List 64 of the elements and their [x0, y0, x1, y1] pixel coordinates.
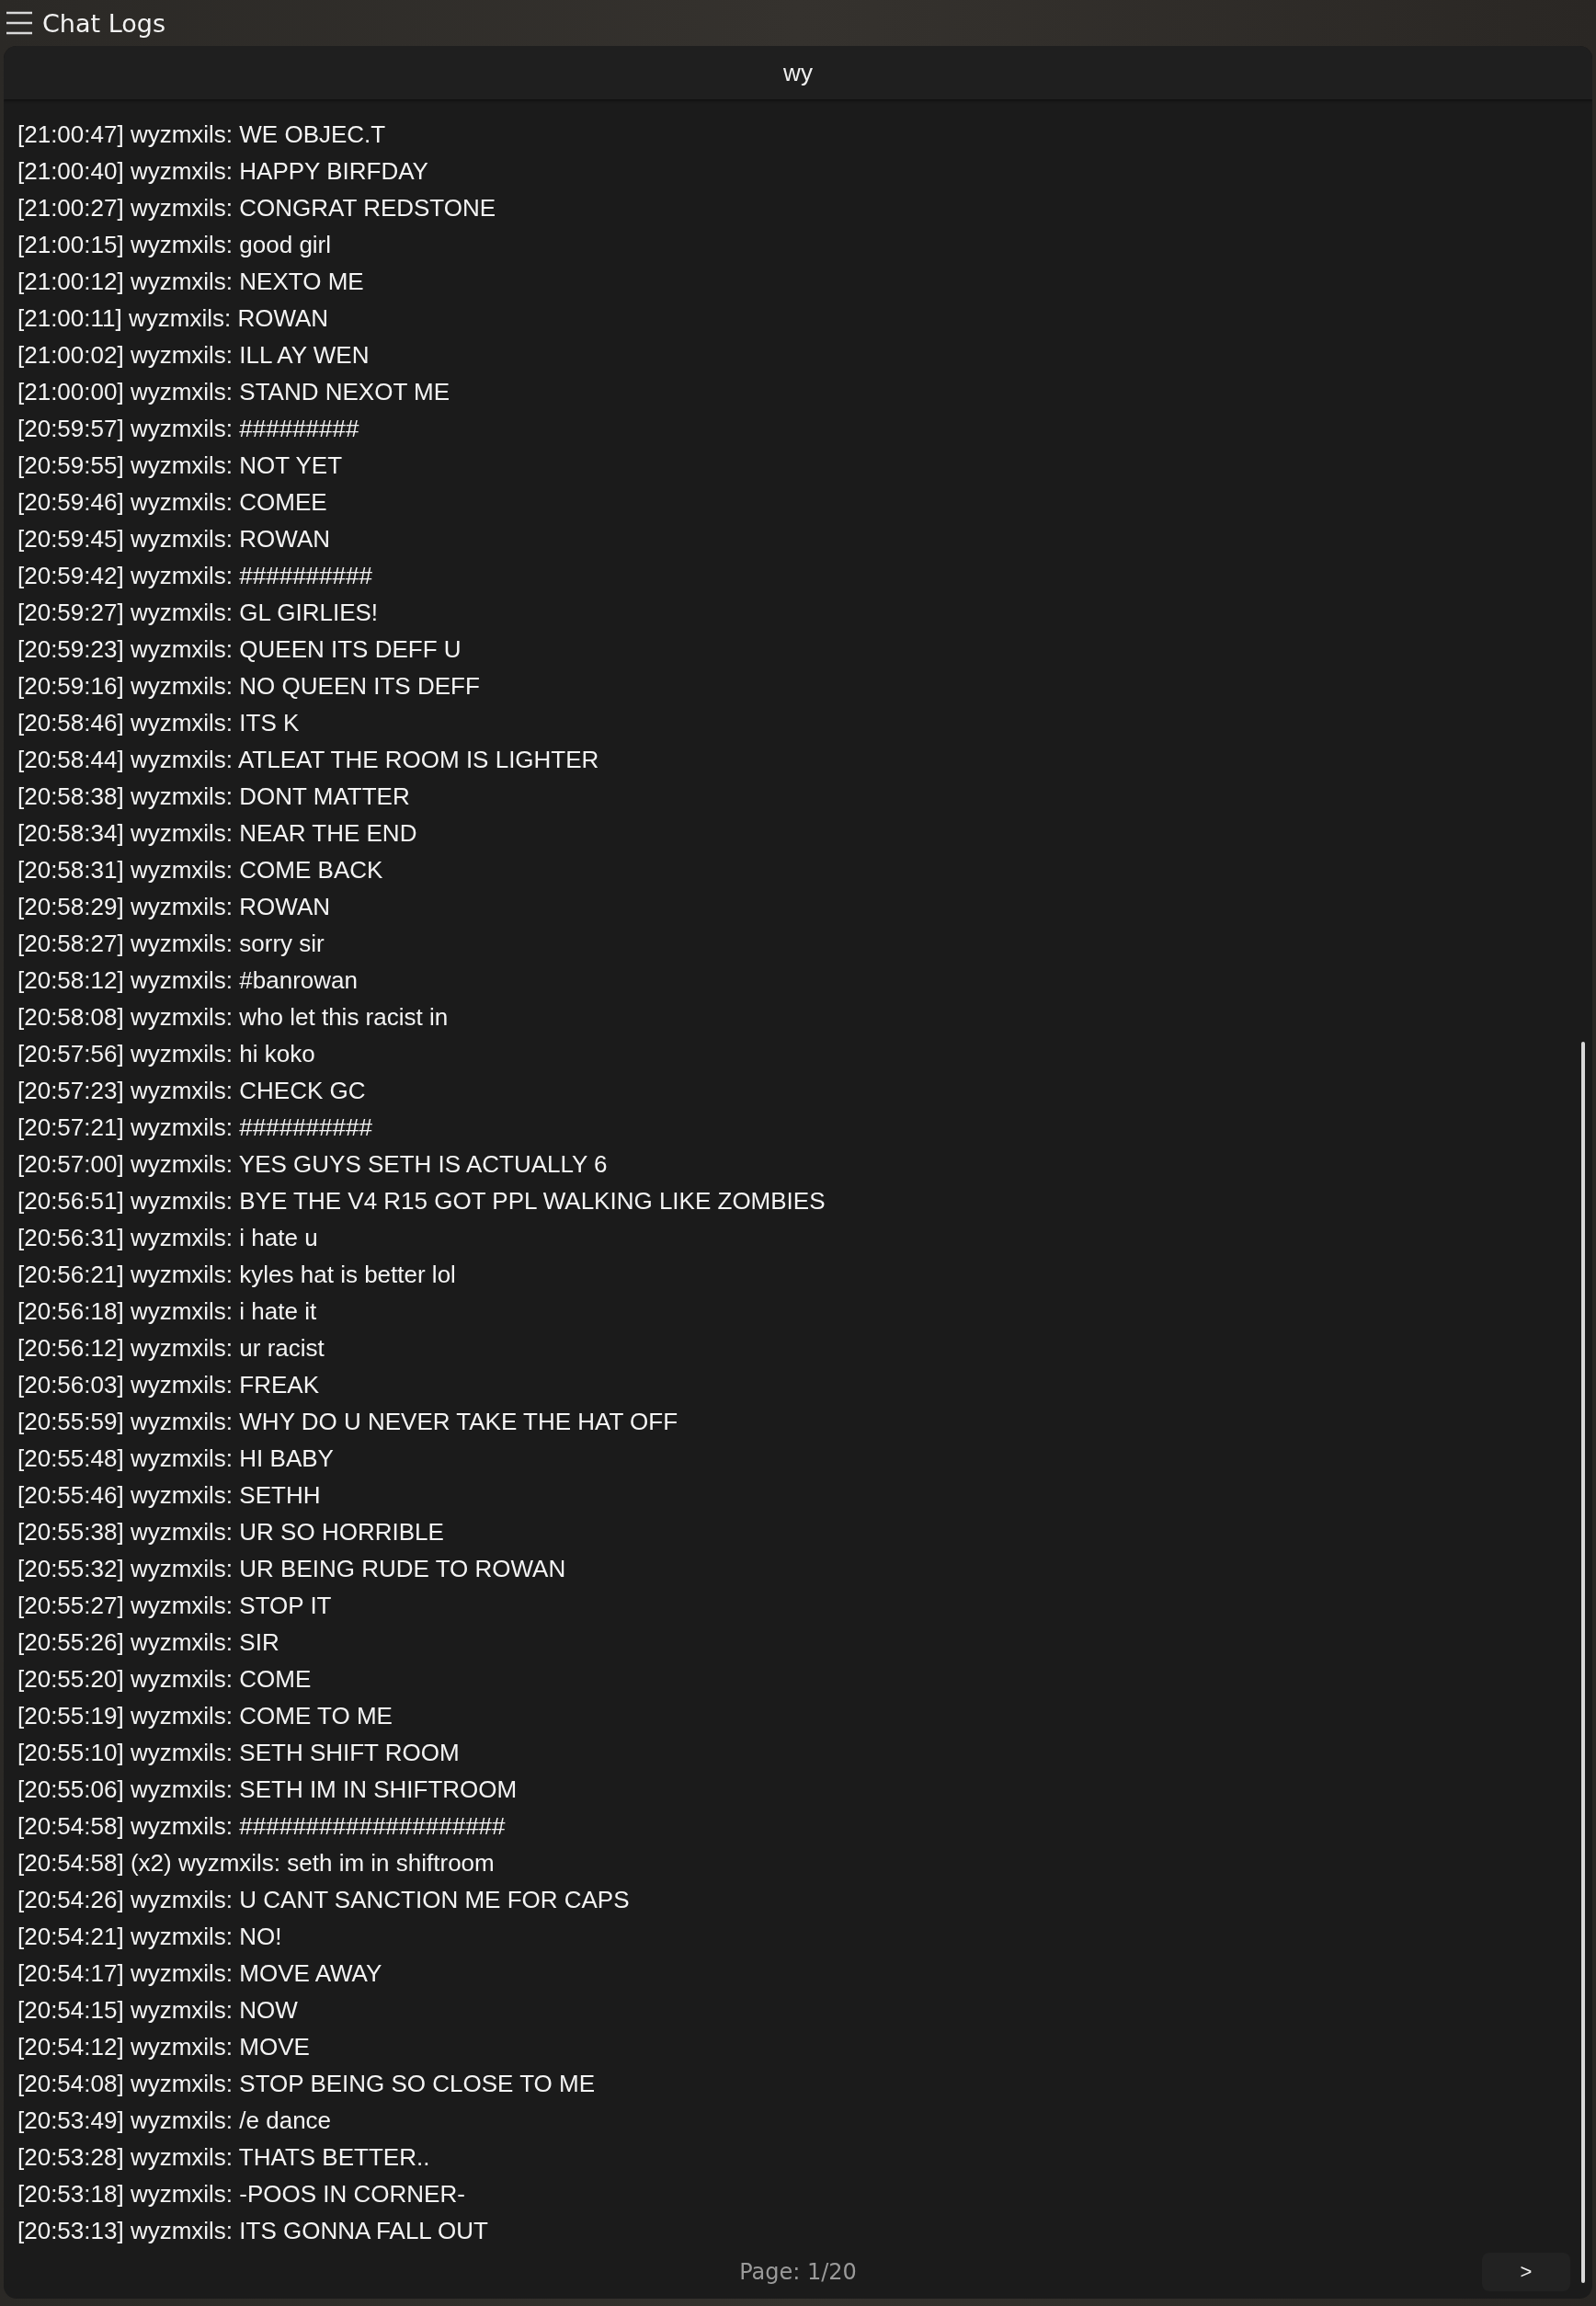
chat-message: [20:57:56] wyzmxils: hi koko: [17, 1039, 315, 1069]
chat-message: [20:59:57] wyzmxils: #########: [17, 414, 359, 444]
chat-message: [20:58:38] wyzmxils: DONT MATTER: [17, 782, 410, 812]
chat-message: [20:56:18] wyzmxils: i hate it: [17, 1296, 317, 1327]
chat-message: [20:55:19] wyzmxils: COME TO ME: [17, 1701, 393, 1731]
page-title: Chat Logs: [42, 8, 165, 38]
chat-message: [20:56:03] wyzmxils: FREAK: [17, 1370, 319, 1400]
chat-message: [21:00:12] wyzmxils: NEXTO ME: [17, 267, 364, 297]
chat-message: [20:55:38] wyzmxils: UR SO HORRIBLE: [17, 1517, 444, 1547]
chat-message: [20:54:58] (x2) wyzmxils: seth im in shiftroom: [17, 1848, 495, 1878]
chat-message: [20:58:31] wyzmxils: COME BACK: [17, 855, 383, 885]
chat-message: [20:58:44] wyzmxils: ATLEAT THE ROOM IS LIGHTER: [17, 745, 599, 775]
chat-message: [20:59:45] wyzmxils: ROWAN: [17, 524, 330, 554]
chat-message: [20:58:46] wyzmxils: ITS K: [17, 708, 300, 738]
chat-message: [21:00:15] wyzmxils: good girl: [17, 230, 332, 260]
chat-message: [20:56:12] wyzmxils: ur racist: [17, 1333, 325, 1364]
chat-message: [21:00:27] wyzmxils: CONGRAT REDSTONE: [17, 193, 496, 223]
chat-message: [20:59:27] wyzmxils: GL GIRLIES!: [17, 598, 379, 628]
chat-message: [21:00:11] wyzmxils: ROWAN: [17, 303, 329, 334]
search-field[interactable]: wy: [4, 46, 1592, 99]
chat-message: [20:54:21] wyzmxils: NO!: [17, 1922, 282, 1952]
chat-message: [20:55:46] wyzmxils: SETHH: [17, 1480, 321, 1511]
page-indicator: Page: 1/20: [739, 2259, 857, 2285]
chat-message: [20:56:21] wyzmxils: kyles hat is better lol: [17, 1260, 456, 1290]
chat-message: [20:57:21] wyzmxils: ##########: [17, 1113, 372, 1143]
menu-icon[interactable]: [6, 10, 33, 36]
chat-message: [20:58:08] wyzmxils: who let this racist in: [17, 1002, 449, 1033]
chat-message: [20:55:59] wyzmxils: WHY DO U NEVER TAKE THE HAT OFF: [17, 1407, 678, 1437]
chat-message: [20:58:12] wyzmxils: #banrowan: [17, 965, 358, 996]
chat-message: [21:00:47] wyzmxils: WE OBJEC.T: [17, 120, 386, 150]
chat-message: [20:59:42] wyzmxils: ##########: [17, 561, 372, 591]
chat-message: [21:00:02] wyzmxils: ILL AY WEN: [17, 340, 370, 371]
chat-message: [21:00:00] wyzmxils: STAND NEXOT ME: [17, 377, 450, 407]
chat-message: [20:58:27] wyzmxils: sorry sir: [17, 929, 325, 959]
chat-message: [20:54:17] wyzmxils: MOVE AWAY: [17, 1958, 382, 1989]
chat-message: [20:59:23] wyzmxils: QUEEN ITS DEFF U: [17, 634, 462, 665]
chat-message: [20:56:51] wyzmxils: BYE THE V4 R15 GOT PPL WALKING LIKE ZOMBIES: [17, 1186, 826, 1216]
chat-message: [20:54:08] wyzmxils: STOP BEING SO CLOSE TO ME: [17, 2069, 596, 2099]
chat-message: [20:58:29] wyzmxils: ROWAN: [17, 892, 330, 922]
chat-message: [21:00:40] wyzmxils: HAPPY BIRFDAY: [17, 156, 428, 187]
chat-message: [20:55:27] wyzmxils: STOP IT: [17, 1591, 332, 1621]
scrollbar-thumb[interactable]: [1581, 1042, 1585, 2283]
chat-message: [20:54:58] wyzmxils: ####################: [17, 1811, 506, 1842]
chat-message: [20:55:20] wyzmxils: COME: [17, 1664, 312, 1695]
chat-message: [20:55:10] wyzmxils: SETH SHIFT ROOM: [17, 1738, 460, 1768]
chat-message: [20:58:34] wyzmxils: NEAR THE END: [17, 818, 417, 849]
chat-message: [20:53:13] wyzmxils: ITS GONNA FALL OUT: [17, 2216, 488, 2245]
chat-message: [20:59:16] wyzmxils: NO QUEEN ITS DEFF: [17, 671, 480, 702]
chat-message: [20:57:00] wyzmxils: YES GUYS SETH IS ACTUALLY 6: [17, 1149, 608, 1180]
chat-message: [20:55:26] wyzmxils: SIR: [17, 1627, 279, 1658]
chat-message: [20:54:12] wyzmxils: MOVE: [17, 2032, 310, 2062]
chat-message: [20:55:32] wyzmxils: UR BEING RUDE TO ROWAN: [17, 1554, 566, 1584]
chat-message: [20:53:28] wyzmxils: THATS BETTER..: [17, 2142, 430, 2173]
chat-message: [20:55:48] wyzmxils: HI BABY: [17, 1444, 334, 1474]
chat-message: [20:55:06] wyzmxils: SETH IM IN SHIFTROOM: [17, 1775, 518, 1805]
chat-message: [20:53:18] wyzmxils: -POOS IN CORNER-: [17, 2179, 465, 2209]
chat-message: [20:59:46] wyzmxils: COMEE: [17, 487, 327, 518]
next-page-button[interactable]: >: [1482, 2253, 1570, 2291]
chat-message: [20:56:31] wyzmxils: i hate u: [17, 1223, 318, 1253]
chat-message: [20:54:26] wyzmxils: U CANT SANCTION ME FOR CAPS: [17, 1885, 630, 1915]
chat-message: [20:59:55] wyzmxils: NOT YET: [17, 451, 343, 481]
chat-message: [20:53:49] wyzmxils: /e dance: [17, 2106, 332, 2136]
chat-message: [20:57:23] wyzmxils: CHECK GC: [17, 1076, 366, 1106]
chat-message: [20:54:15] wyzmxils: NOW: [17, 1995, 298, 2026]
